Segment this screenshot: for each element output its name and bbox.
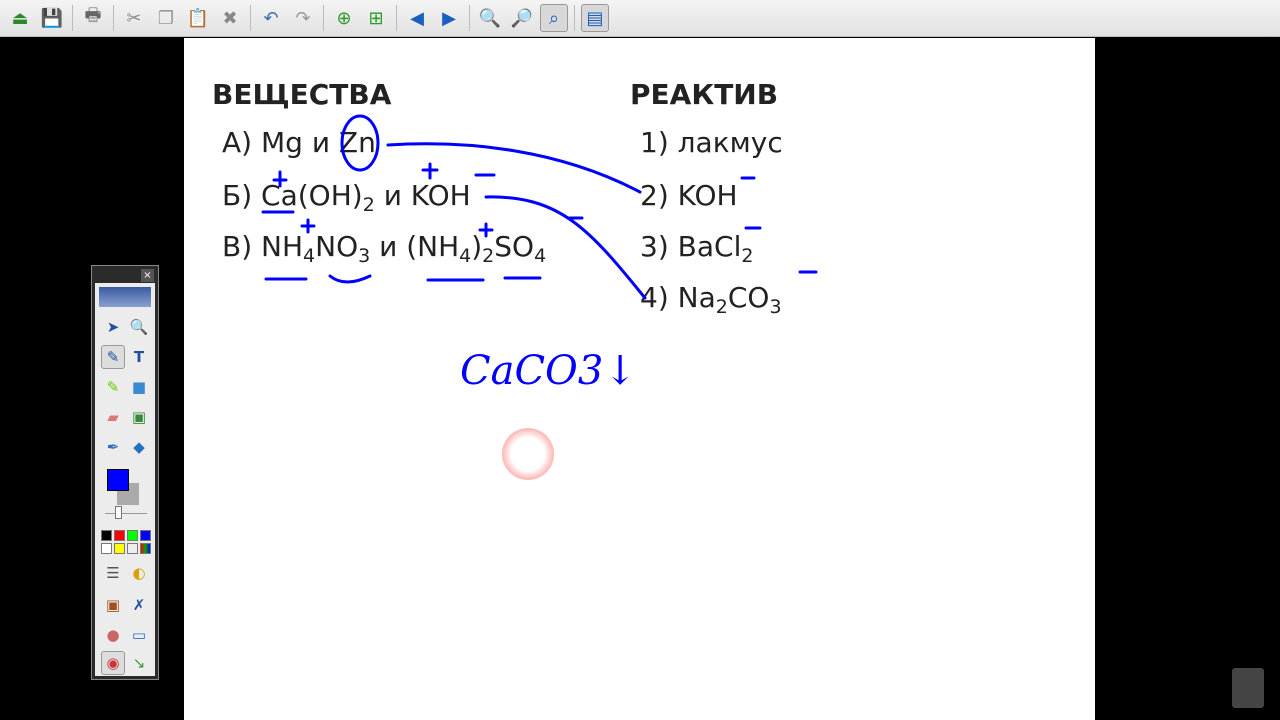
shape-tool-icon[interactable]: ■: [127, 375, 151, 399]
substances-heading: ВЕЩЕСТВА: [212, 78, 392, 111]
swatch-blue[interactable]: [140, 530, 151, 541]
mouse-icon[interactable]: ●: [101, 623, 125, 647]
select-icon[interactable]: ➤: [101, 315, 125, 339]
frame-icon[interactable]: ▣: [101, 593, 125, 617]
reagent-1: 1) лакмус: [640, 126, 783, 159]
print-icon[interactable]: 🖶: [79, 4, 107, 32]
reagent-3: 3) BaCl2: [640, 230, 754, 267]
whiteboard-page[interactable]: ВЕЩЕСТВА А) Mg и Zn Б) Ca(OH)2 и KOH В) …: [184, 38, 1095, 720]
layers-icon[interactable]: ◐: [127, 561, 151, 585]
redo-icon[interactable]: ↷: [289, 4, 317, 32]
main-toolbar: ⏏ 💾 🖶 ✂ ❐ 📋 ✖ ↶ ↷ ⊕ ⊞ ◀ ▶ 🔍 🔎 ⌕ ▤: [0, 0, 1280, 37]
highlighter-icon[interactable]: ✎: [101, 375, 125, 399]
size-slider[interactable]: [105, 513, 147, 514]
foreground-color[interactable]: [107, 469, 129, 491]
substance-a: А) Mg и Zn: [222, 126, 376, 159]
close-icon[interactable]: ×: [141, 269, 154, 282]
save-icon[interactable]: 💾: [38, 4, 66, 32]
handwritten-note: CaCO3↓: [460, 348, 637, 394]
cut-icon[interactable]: ✂: [120, 4, 148, 32]
pen-preview: [99, 287, 151, 307]
substance-b: Б) Ca(OH)2 и KOH: [222, 179, 471, 216]
export-icon[interactable]: ↘: [127, 651, 151, 675]
text-tool-icon[interactable]: T: [127, 345, 151, 369]
undo-icon[interactable]: ↶: [257, 4, 285, 32]
substance-c: В) NH4NO3 и (NH4)2SO4: [222, 230, 547, 267]
copy-icon[interactable]: ❐: [152, 4, 180, 32]
reagent-heading: РЕАКТИВ: [630, 78, 779, 111]
swatch-red[interactable]: [114, 530, 125, 541]
eraser-icon[interactable]: ▰: [101, 405, 125, 429]
slider-thumb[interactable]: [115, 506, 122, 519]
zoom-in-icon[interactable]: 🔍: [476, 4, 504, 32]
next-page-icon[interactable]: ▶: [435, 4, 463, 32]
zoom-fit-icon[interactable]: ⌕: [540, 4, 568, 32]
window-mode-icon[interactable]: ▤: [581, 4, 609, 32]
swatch-white[interactable]: [101, 543, 112, 554]
line-style-icon[interactable]: ☰: [101, 561, 125, 585]
zoom-out-icon[interactable]: 🔎: [508, 4, 536, 32]
paste-icon[interactable]: 📋: [184, 4, 212, 32]
eyedropper-icon[interactable]: ✒: [101, 435, 125, 459]
new-page-icon[interactable]: ⊕: [330, 4, 358, 32]
pen-cursor: [502, 428, 554, 480]
duplicate-page-icon[interactable]: ⊞: [362, 4, 390, 32]
tools-palette: × ➤ 🔍 ✎ T ✎ ■ ▰ ▣ ✒ ◆ ☰ ◐ ▣ ✗ ● ▭ ◉ ↘: [91, 265, 159, 680]
fill-icon[interactable]: ◆: [127, 435, 151, 459]
swatch-more[interactable]: [140, 543, 151, 554]
pen-tool-icon[interactable]: ✎: [101, 345, 125, 369]
reagent-4: 4) Na2CO3: [640, 281, 782, 318]
swatch-transparent[interactable]: [127, 543, 138, 554]
swatch-yellow[interactable]: [114, 543, 125, 554]
reagent-2: 2) KOH: [640, 179, 738, 212]
swatch-black[interactable]: [101, 530, 112, 541]
delete-icon[interactable]: ✖: [216, 4, 244, 32]
screen-capture-icon[interactable]: ▭: [127, 623, 151, 647]
image-tool-icon[interactable]: ▣: [127, 405, 151, 429]
open-icon[interactable]: ⏏: [6, 4, 34, 32]
swatch-green[interactable]: [127, 530, 138, 541]
record-icon[interactable]: ◉: [101, 651, 125, 675]
clear-icon[interactable]: ✗: [127, 593, 151, 617]
trash-icon[interactable]: [1232, 668, 1264, 708]
zoom-tool-icon[interactable]: 🔍: [127, 315, 151, 339]
previous-page-icon[interactable]: ◀: [403, 4, 431, 32]
